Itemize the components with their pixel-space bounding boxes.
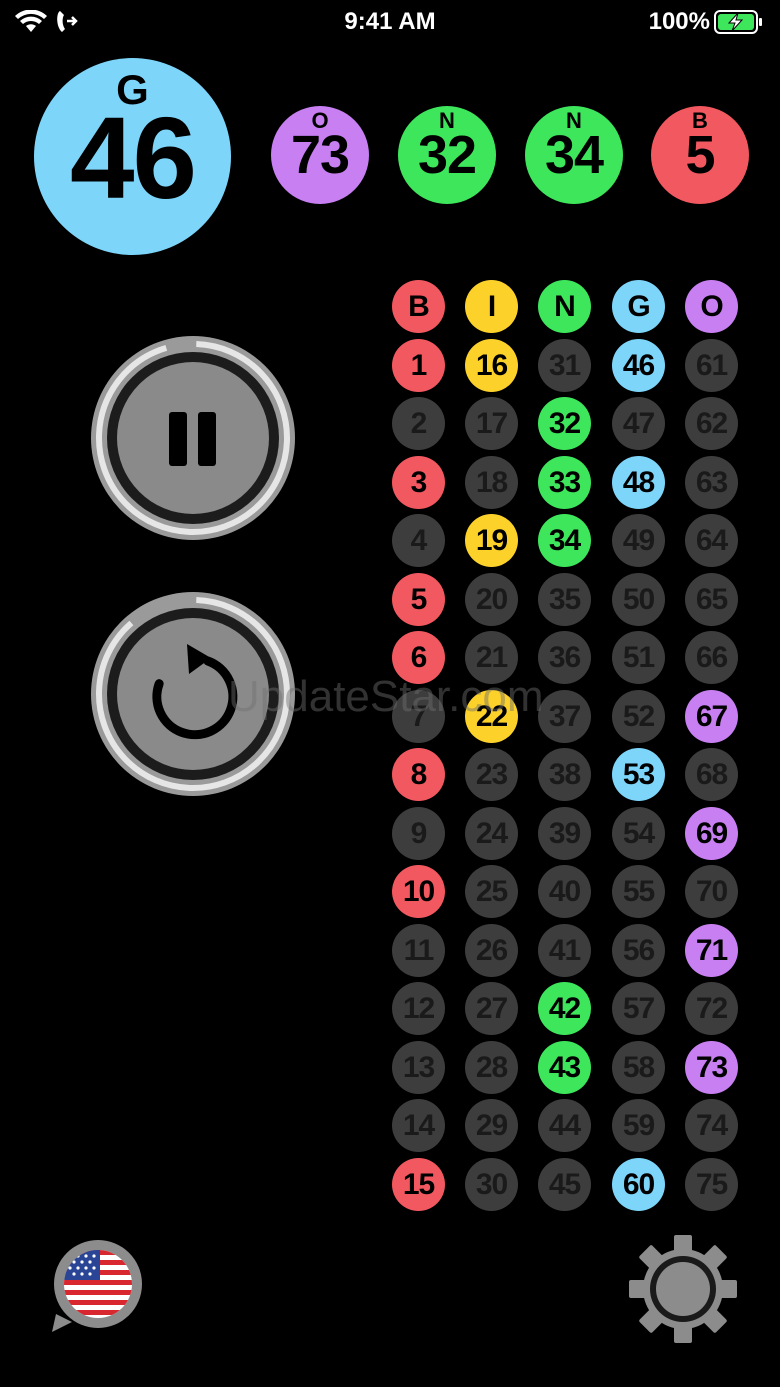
board-cell-44: 44 [538, 1099, 591, 1152]
board-cell-40: 40 [538, 865, 591, 918]
board-cell-72: 72 [685, 982, 738, 1035]
board-cell-75: 75 [685, 1157, 738, 1211]
recent-ball-1: O 73 [271, 106, 369, 204]
pause-icon [169, 412, 216, 466]
board-cell-51: 51 [612, 631, 665, 684]
board-cell-36: 36 [538, 631, 591, 684]
board-cell-62: 62 [685, 397, 738, 450]
board-header-g: G [612, 280, 665, 333]
board-cell-60: 60 [612, 1157, 665, 1211]
recent-ball-4: B 5 [651, 106, 749, 204]
board-cell-15: 15 [392, 1157, 445, 1211]
board-cell-19: 19 [465, 514, 518, 567]
board-cell-52: 52 [612, 689, 665, 743]
board-cell-43: 43 [538, 1040, 591, 1094]
pause-button[interactable] [91, 336, 295, 540]
recent-ball-number: 32 [417, 125, 477, 185]
recent-ball-number: 5 [685, 125, 715, 185]
board-cell-55: 55 [612, 865, 665, 918]
board-cell-66: 66 [685, 631, 738, 684]
board-cell-18: 18 [465, 455, 518, 509]
board-cell-29: 29 [465, 1099, 518, 1152]
board-cell-17: 17 [465, 397, 518, 450]
board-cell-8: 8 [392, 748, 445, 801]
board-cell-4: 4 [392, 514, 445, 567]
board-cell-50: 50 [612, 572, 665, 626]
board-cell-13: 13 [392, 1040, 445, 1094]
board-cell-34: 34 [538, 514, 591, 567]
board-cell-63: 63 [685, 455, 738, 509]
recent-ball-2: N 32 [398, 106, 496, 204]
board-cell-53: 53 [612, 748, 665, 801]
board-cell-9: 9 [392, 806, 445, 860]
board-cell-27: 27 [465, 982, 518, 1035]
board-cell-67: 67 [685, 689, 738, 743]
battery-percent: 100% [648, 8, 710, 35]
board-cell-54: 54 [612, 806, 665, 860]
board-cell-71: 71 [685, 923, 738, 977]
board-cell-64: 64 [685, 514, 738, 567]
board-cell-32: 32 [538, 397, 591, 450]
board-cell-24: 24 [465, 806, 518, 860]
board-header-n: N [538, 280, 591, 333]
battery-charging-icon [714, 10, 762, 34]
board-cell-46: 46 [612, 338, 665, 392]
board-header-b: B [392, 280, 445, 333]
board-cell-70: 70 [685, 865, 738, 918]
board-cell-35: 35 [538, 572, 591, 626]
board-cell-42: 42 [538, 982, 591, 1035]
us-flag-icon [52, 1240, 142, 1332]
board-cell-16: 16 [465, 338, 518, 392]
board-cell-1: 1 [392, 338, 445, 392]
board-cell-14: 14 [392, 1099, 445, 1152]
board-cell-41: 41 [538, 923, 591, 977]
board-header-i: I [465, 280, 518, 333]
board-cell-48: 48 [612, 455, 665, 509]
board-cell-30: 30 [465, 1157, 518, 1211]
board-cell-33: 33 [538, 455, 591, 509]
board-cell-49: 49 [612, 514, 665, 567]
board-cell-47: 47 [612, 397, 665, 450]
current-ball-number: 46 [69, 93, 197, 223]
current-ball: G 46 [34, 58, 231, 255]
recent-ball-number: 73 [290, 125, 350, 185]
watermark: UpdateStar.com [228, 672, 544, 721]
board-cell-28: 28 [465, 1040, 518, 1094]
recent-ball-3: N 34 [525, 106, 623, 204]
board-cell-3: 3 [392, 455, 445, 509]
board-cell-57: 57 [612, 982, 665, 1035]
board-cell-74: 74 [685, 1099, 738, 1152]
settings-button[interactable] [628, 1234, 738, 1344]
language-button[interactable] [50, 1238, 146, 1334]
board-cell-11: 11 [392, 923, 445, 977]
recent-ball-number: 34 [544, 125, 604, 185]
board-cell-45: 45 [538, 1157, 591, 1211]
board-cell-61: 61 [685, 338, 738, 392]
status-bar: 9:41 AM 100% [0, 0, 780, 44]
board-cell-65: 65 [685, 572, 738, 626]
board-cell-12: 12 [392, 982, 445, 1035]
board-cell-10: 10 [392, 865, 445, 918]
board-cell-25: 25 [465, 865, 518, 918]
board-cell-31: 31 [538, 338, 591, 392]
board-cell-5: 5 [392, 572, 445, 626]
board-cell-38: 38 [538, 748, 591, 801]
board-cell-2: 2 [392, 397, 445, 450]
board-cell-56: 56 [612, 923, 665, 977]
board-header-o: O [685, 280, 738, 333]
board-cell-26: 26 [465, 923, 518, 977]
gear-icon [629, 1235, 737, 1343]
board-cell-23: 23 [465, 748, 518, 801]
board-cell-58: 58 [612, 1040, 665, 1094]
board-cell-39: 39 [538, 806, 591, 860]
board-cell-73: 73 [685, 1040, 738, 1094]
board-cell-59: 59 [612, 1099, 665, 1152]
board-cell-68: 68 [685, 748, 738, 801]
board-cell-37: 37 [538, 689, 591, 743]
board-cell-20: 20 [465, 572, 518, 626]
board-cell-69: 69 [685, 806, 738, 860]
